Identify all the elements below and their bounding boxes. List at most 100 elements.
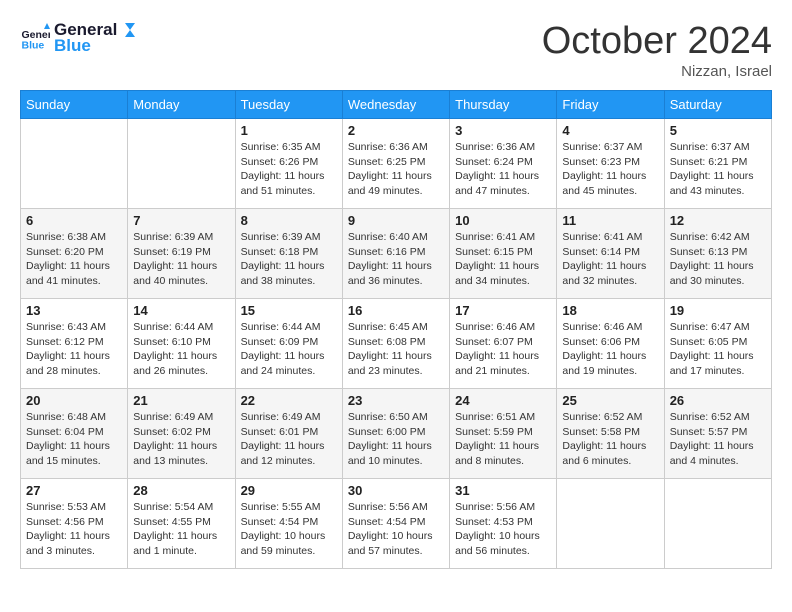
calendar-week-row: 1Sunrise: 6:35 AM Sunset: 6:26 PM Daylig… (21, 119, 772, 209)
day-info: Sunrise: 5:56 AM Sunset: 4:53 PM Dayligh… (455, 500, 551, 559)
day-info: Sunrise: 6:46 AM Sunset: 6:06 PM Dayligh… (562, 320, 658, 379)
day-info: Sunrise: 6:44 AM Sunset: 6:10 PM Dayligh… (133, 320, 229, 379)
day-info: Sunrise: 5:53 AM Sunset: 4:56 PM Dayligh… (26, 500, 122, 559)
calendar-week-row: 13 Sunrise: 6:43 AM Sunset: 6:12 PM Dayli… (21, 299, 772, 389)
logo: General Blue General Blue (20, 20, 137, 56)
day-number: 26 (670, 393, 766, 408)
day-number: 27 (26, 483, 122, 498)
calendar-cell: 30 Sunrise: 5:56 AM Sunset: 4:54 PM Dayli… (342, 479, 449, 569)
logo-icon: General Blue (20, 23, 50, 53)
day-info: Sunrise: 5:55 AM Sunset: 4:54 PM Dayligh… (241, 500, 337, 559)
calendar-header-row: SundayMondayTuesdayWednesdayThursdayFrid… (21, 91, 772, 119)
day-info: Sunrise: 6:41 AM Sunset: 6:14 PM Dayligh… (562, 230, 658, 289)
calendar-week-row: 27 Sunrise: 5:53 AM Sunset: 4:56 PM Dayli… (21, 479, 772, 569)
calendar-week-row: 6 Sunrise: 6:38 AM Sunset: 6:20 PM Daylig… (21, 209, 772, 299)
calendar-cell: 22Sunrise: 6:49 AM Sunset: 6:01 PM Dayli… (235, 389, 342, 479)
day-number: 9 (348, 213, 444, 228)
calendar-table: SundayMondayTuesdayWednesdayThursdayFrid… (20, 90, 772, 569)
day-info: Sunrise: 6:42 AM Sunset: 6:13 PM Dayligh… (670, 230, 766, 289)
day-info: Sunrise: 6:43 AM Sunset: 6:12 PM Dayligh… (26, 320, 122, 379)
day-number: 7 (133, 213, 229, 228)
day-number: 20 (26, 393, 122, 408)
day-number: 21 (133, 393, 229, 408)
day-header-thursday: Thursday (450, 91, 557, 119)
calendar-cell: 16Sunrise: 6:45 AM Sunset: 6:08 PM Dayli… (342, 299, 449, 389)
day-number: 5 (670, 123, 766, 138)
calendar-cell: 5 Sunrise: 6:37 AM Sunset: 6:21 PM Daylig… (664, 119, 771, 209)
day-info: Sunrise: 5:54 AM Sunset: 4:55 PM Dayligh… (133, 500, 229, 559)
calendar-cell: 8 Sunrise: 6:39 AM Sunset: 6:18 PM Daylig… (235, 209, 342, 299)
day-number: 13 (26, 303, 122, 318)
day-number: 24 (455, 393, 551, 408)
calendar-cell: 2Sunrise: 6:36 AM Sunset: 6:25 PM Daylig… (342, 119, 449, 209)
calendar-cell (128, 119, 235, 209)
day-header-sunday: Sunday (21, 91, 128, 119)
day-info: Sunrise: 5:56 AM Sunset: 4:54 PM Dayligh… (348, 500, 444, 559)
day-number: 30 (348, 483, 444, 498)
calendar-cell: 17 Sunrise: 6:46 AM Sunset: 6:07 PM Dayli… (450, 299, 557, 389)
day-info: Sunrise: 6:40 AM Sunset: 6:16 PM Dayligh… (348, 230, 444, 289)
day-number: 10 (455, 213, 551, 228)
day-info: Sunrise: 6:37 AM Sunset: 6:21 PM Dayligh… (670, 140, 766, 199)
day-number: 15 (241, 303, 337, 318)
logo-arrow-icon (119, 21, 137, 39)
day-info: Sunrise: 6:39 AM Sunset: 6:19 PM Dayligh… (133, 230, 229, 289)
day-number: 23 (348, 393, 444, 408)
day-info: Sunrise: 6:46 AM Sunset: 6:07 PM Dayligh… (455, 320, 551, 379)
day-info: Sunrise: 6:52 AM Sunset: 5:58 PM Dayligh… (562, 410, 658, 469)
day-info: Sunrise: 6:44 AM Sunset: 6:09 PM Dayligh… (241, 320, 337, 379)
day-number: 18 (562, 303, 658, 318)
calendar-cell: 15 Sunrise: 6:44 AM Sunset: 6:09 PM Dayli… (235, 299, 342, 389)
calendar-cell: 14Sunrise: 6:44 AM Sunset: 6:10 PM Dayli… (128, 299, 235, 389)
day-number: 28 (133, 483, 229, 498)
day-header-friday: Friday (557, 91, 664, 119)
day-number: 2 (348, 123, 444, 138)
day-number: 1 (241, 123, 337, 138)
day-number: 11 (562, 213, 658, 228)
day-number: 8 (241, 213, 337, 228)
calendar-week-row: 20 Sunrise: 6:48 AM Sunset: 6:04 PM Dayli… (21, 389, 772, 479)
day-info: Sunrise: 6:37 AM Sunset: 6:23 PM Dayligh… (562, 140, 658, 199)
day-number: 25 (562, 393, 658, 408)
day-number: 29 (241, 483, 337, 498)
day-header-monday: Monday (128, 91, 235, 119)
day-info: Sunrise: 6:49 AM Sunset: 6:02 PM Dayligh… (133, 410, 229, 469)
calendar-cell: 23 Sunrise: 6:50 AM Sunset: 6:00 PM Dayli… (342, 389, 449, 479)
day-number: 16 (348, 303, 444, 318)
calendar-cell: 9 Sunrise: 6:40 AM Sunset: 6:16 PM Daylig… (342, 209, 449, 299)
day-info: Sunrise: 6:50 AM Sunset: 6:00 PM Dayligh… (348, 410, 444, 469)
calendar-cell: 25 Sunrise: 6:52 AM Sunset: 5:58 PM Dayli… (557, 389, 664, 479)
calendar-cell: 21 Sunrise: 6:49 AM Sunset: 6:02 PM Dayli… (128, 389, 235, 479)
day-info: Sunrise: 6:48 AM Sunset: 6:04 PM Dayligh… (26, 410, 122, 469)
calendar-cell: 11 Sunrise: 6:41 AM Sunset: 6:14 PM Dayli… (557, 209, 664, 299)
day-info: Sunrise: 6:38 AM Sunset: 6:20 PM Dayligh… (26, 230, 122, 289)
day-number: 19 (670, 303, 766, 318)
calendar-cell: 26Sunrise: 6:52 AM Sunset: 5:57 PM Dayli… (664, 389, 771, 479)
calendar-cell: 12 Sunrise: 6:42 AM Sunset: 6:13 PM Dayli… (664, 209, 771, 299)
day-info: Sunrise: 6:51 AM Sunset: 5:59 PM Dayligh… (455, 410, 551, 469)
month-title: October 2024 (542, 20, 772, 63)
day-number: 4 (562, 123, 658, 138)
day-info: Sunrise: 6:39 AM Sunset: 6:18 PM Dayligh… (241, 230, 337, 289)
calendar-cell (664, 479, 771, 569)
calendar-cell: 4 Sunrise: 6:37 AM Sunset: 6:23 PM Daylig… (557, 119, 664, 209)
calendar-cell: 6 Sunrise: 6:38 AM Sunset: 6:20 PM Daylig… (21, 209, 128, 299)
day-info: Sunrise: 6:36 AM Sunset: 6:24 PM Dayligh… (455, 140, 551, 199)
calendar-cell: 3 Sunrise: 6:36 AM Sunset: 6:24 PM Daylig… (450, 119, 557, 209)
day-number: 12 (670, 213, 766, 228)
calendar-cell: 7 Sunrise: 6:39 AM Sunset: 6:19 PM Daylig… (128, 209, 235, 299)
day-header-tuesday: Tuesday (235, 91, 342, 119)
day-info: Sunrise: 6:41 AM Sunset: 6:15 PM Dayligh… (455, 230, 551, 289)
day-number: 17 (455, 303, 551, 318)
calendar-cell: 19 Sunrise: 6:47 AM Sunset: 6:05 PM Dayli… (664, 299, 771, 389)
calendar-cell (557, 479, 664, 569)
calendar-cell: 24 Sunrise: 6:51 AM Sunset: 5:59 PM Dayli… (450, 389, 557, 479)
title-block: October 2024 Nizzan, Israel (542, 20, 772, 80)
calendar-cell: 27 Sunrise: 5:53 AM Sunset: 4:56 PM Dayli… (21, 479, 128, 569)
calendar-cell (21, 119, 128, 209)
day-number: 3 (455, 123, 551, 138)
day-number: 22 (241, 393, 337, 408)
day-number: 6 (26, 213, 122, 228)
day-info: Sunrise: 6:47 AM Sunset: 6:05 PM Dayligh… (670, 320, 766, 379)
calendar-cell: 29 Sunrise: 5:55 AM Sunset: 4:54 PM Dayli… (235, 479, 342, 569)
